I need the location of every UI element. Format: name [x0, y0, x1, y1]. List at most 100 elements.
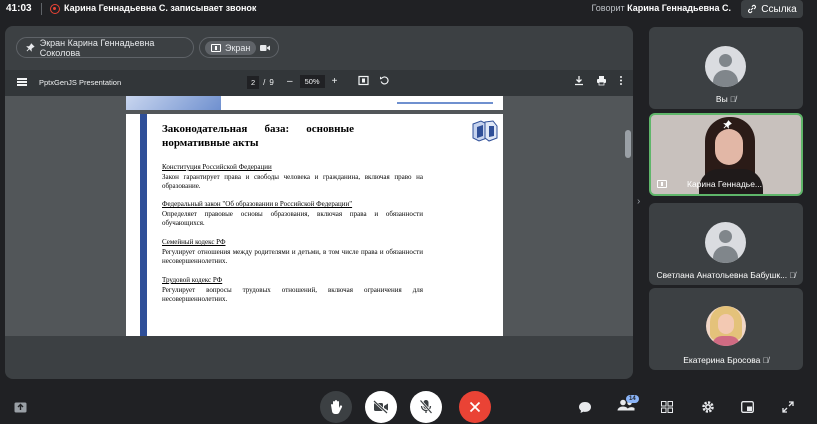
slide-accent-bar	[140, 114, 147, 336]
bottom-controls: 14	[0, 388, 817, 424]
participant-name-row: Екатерина Бросова 🎙̸	[649, 355, 803, 365]
avatar-body	[713, 70, 738, 87]
screen-share-panel: Экран Карина Геннадьевна Соколова Экран …	[5, 26, 633, 379]
block-text: Закон гарантирует права и свободы челове…	[162, 172, 423, 191]
link-button[interactable]: Ссылка	[741, 0, 803, 18]
slide-block: Конституция Российской Федерации Закон г…	[162, 163, 423, 192]
participant-tile[interactable]: Вы 🎙̸	[649, 27, 803, 109]
present-screen-icon[interactable]	[14, 402, 27, 413]
participant-name: Екатерина Бросова	[683, 355, 761, 365]
block-text: Регулирует вопросы трудовых отношений, в…	[162, 285, 423, 304]
raise-hand-button[interactable]	[320, 391, 352, 423]
call-timer: 41:03	[6, 3, 32, 14]
pdf-toolbar: PptxGenJS Presentation 2 / 9 – 50% +	[5, 70, 633, 96]
meeting-window: 41:03 Карина Геннадьевна С. записывает з…	[0, 0, 817, 424]
pin-icon	[723, 120, 732, 129]
camera-toggle-button[interactable]	[365, 391, 397, 423]
avatar-head	[719, 230, 732, 243]
avatar	[705, 222, 746, 263]
scrollbar-thumb[interactable]	[625, 130, 631, 158]
participant-tile-active[interactable]: Карина Геннадье...	[649, 113, 803, 196]
slide-block: Трудовой кодекс РФ Регулирует вопросы тр…	[162, 276, 423, 305]
screen-pill-label: Экран	[225, 42, 251, 53]
page-separator: /	[263, 78, 266, 87]
zoom-level[interactable]: 50%	[299, 75, 325, 88]
pin-icon	[26, 43, 35, 52]
chevron-right-icon[interactable]: ›	[637, 196, 640, 207]
block-heading: Семейный кодекс РФ	[162, 238, 226, 246]
pdf-title: PptxGenJS Presentation	[39, 78, 122, 87]
presenter-label: Экран Карина Геннадьевна Соколова	[39, 37, 155, 58]
slide-page: Законодательная база: основные нормативн…	[126, 114, 503, 336]
close-icon	[469, 401, 481, 413]
participants-count: 14	[626, 395, 639, 403]
participant-name-row: Светлана Анатольевна Бабушк... 🎙̸	[649, 270, 803, 280]
screen-share-icon	[657, 180, 667, 188]
screen-pill[interactable]: Экран	[199, 37, 279, 58]
mic-off-icon: 🎙̸	[762, 356, 769, 365]
zoom-controls: – 50% +	[287, 75, 337, 88]
participant-name: Вы	[715, 94, 728, 104]
avatar-body	[713, 246, 738, 263]
page-total: 9	[269, 78, 274, 87]
participant-tile[interactable]: Екатерина Бросова 🎙̸	[649, 288, 803, 370]
recording-status: Карина Геннадьевна С. записывает звонок	[64, 3, 257, 13]
recording-icon	[50, 4, 60, 14]
zoom-in-icon[interactable]: +	[332, 76, 338, 87]
participant-name: Карина Геннадье...	[687, 179, 763, 189]
pdf-actions	[574, 75, 623, 86]
pdf-viewer: PptxGenJS Presentation 2 / 9 – 50% + Зак…	[5, 70, 633, 336]
camera-off-icon	[373, 400, 388, 414]
download-icon[interactable]	[574, 75, 584, 86]
mic-toggle-button[interactable]	[410, 391, 442, 423]
pdf-scrollbar[interactable]	[625, 100, 631, 332]
screen-share-icon	[211, 43, 221, 52]
page-input[interactable]: 2	[247, 76, 260, 89]
top-bar: 41:03 Карина Геннадьевна С. записывает з…	[0, 0, 817, 20]
block-heading: Федеральный закон "Об образовании в Росс…	[162, 200, 353, 208]
print-icon[interactable]	[596, 75, 607, 86]
fit-page-icon[interactable]	[358, 75, 369, 86]
block-heading: Конституция Российской Федерации	[162, 163, 272, 171]
speaking-label: Говорит	[591, 3, 625, 13]
menu-icon[interactable]	[17, 78, 27, 86]
slide-block: Федеральный закон "Об образовании в Росс…	[162, 200, 423, 229]
mic-off-icon: 🎙̸	[789, 271, 796, 280]
mic-off-icon	[419, 399, 433, 414]
photo-face	[718, 314, 734, 334]
block-heading: Трудовой кодекс РФ	[162, 276, 223, 284]
divider	[41, 3, 42, 15]
mic-off-icon: 🎙̸	[730, 95, 737, 104]
avatar	[706, 306, 746, 346]
view-tools	[358, 75, 390, 86]
fullscreen-icon[interactable]	[782, 401, 794, 413]
video-face	[715, 129, 743, 165]
end-call-button[interactable]	[459, 391, 491, 423]
previous-page	[126, 96, 503, 110]
link-label: Ссылка	[761, 3, 797, 15]
link-icon	[748, 4, 757, 14]
rotate-icon[interactable]	[379, 75, 390, 86]
speaking-name: Карина Геннадьевна С.	[627, 3, 731, 13]
grid-icon[interactable]	[661, 401, 673, 413]
participant-name-row: Вы 🎙̸	[649, 94, 803, 104]
participant-tile[interactable]: Светлана Анатольевна Бабушк... 🎙̸	[649, 203, 803, 285]
avatar-head	[719, 54, 732, 67]
presenter-pill[interactable]: Экран Карина Геннадьевна Соколова	[16, 37, 194, 58]
active-speaker-indicator: Говорит Карина Геннадьевна С.	[592, 3, 731, 13]
participants-button[interactable]: 14	[617, 395, 639, 412]
slide-decoration-line	[397, 102, 493, 104]
chat-icon[interactable]	[578, 401, 592, 414]
zoom-out-icon[interactable]: –	[287, 76, 293, 87]
page-indicator: 2 / 9	[247, 76, 274, 89]
more-vert-icon[interactable]	[619, 75, 623, 86]
block-text: Определяет правовые основы образования, …	[162, 209, 423, 228]
block-text: Регулирует отношения между родителями и …	[162, 247, 423, 266]
layout-icon[interactable]	[741, 401, 754, 413]
gear-icon[interactable]	[701, 400, 715, 414]
slide-title: Законодательная база: основные нормативн…	[162, 123, 354, 149]
emblem-icon	[472, 120, 498, 142]
participant-name: Светлана Анатольевна Бабушк...	[656, 270, 788, 280]
video-icon	[260, 44, 271, 51]
hand-icon	[331, 400, 343, 415]
